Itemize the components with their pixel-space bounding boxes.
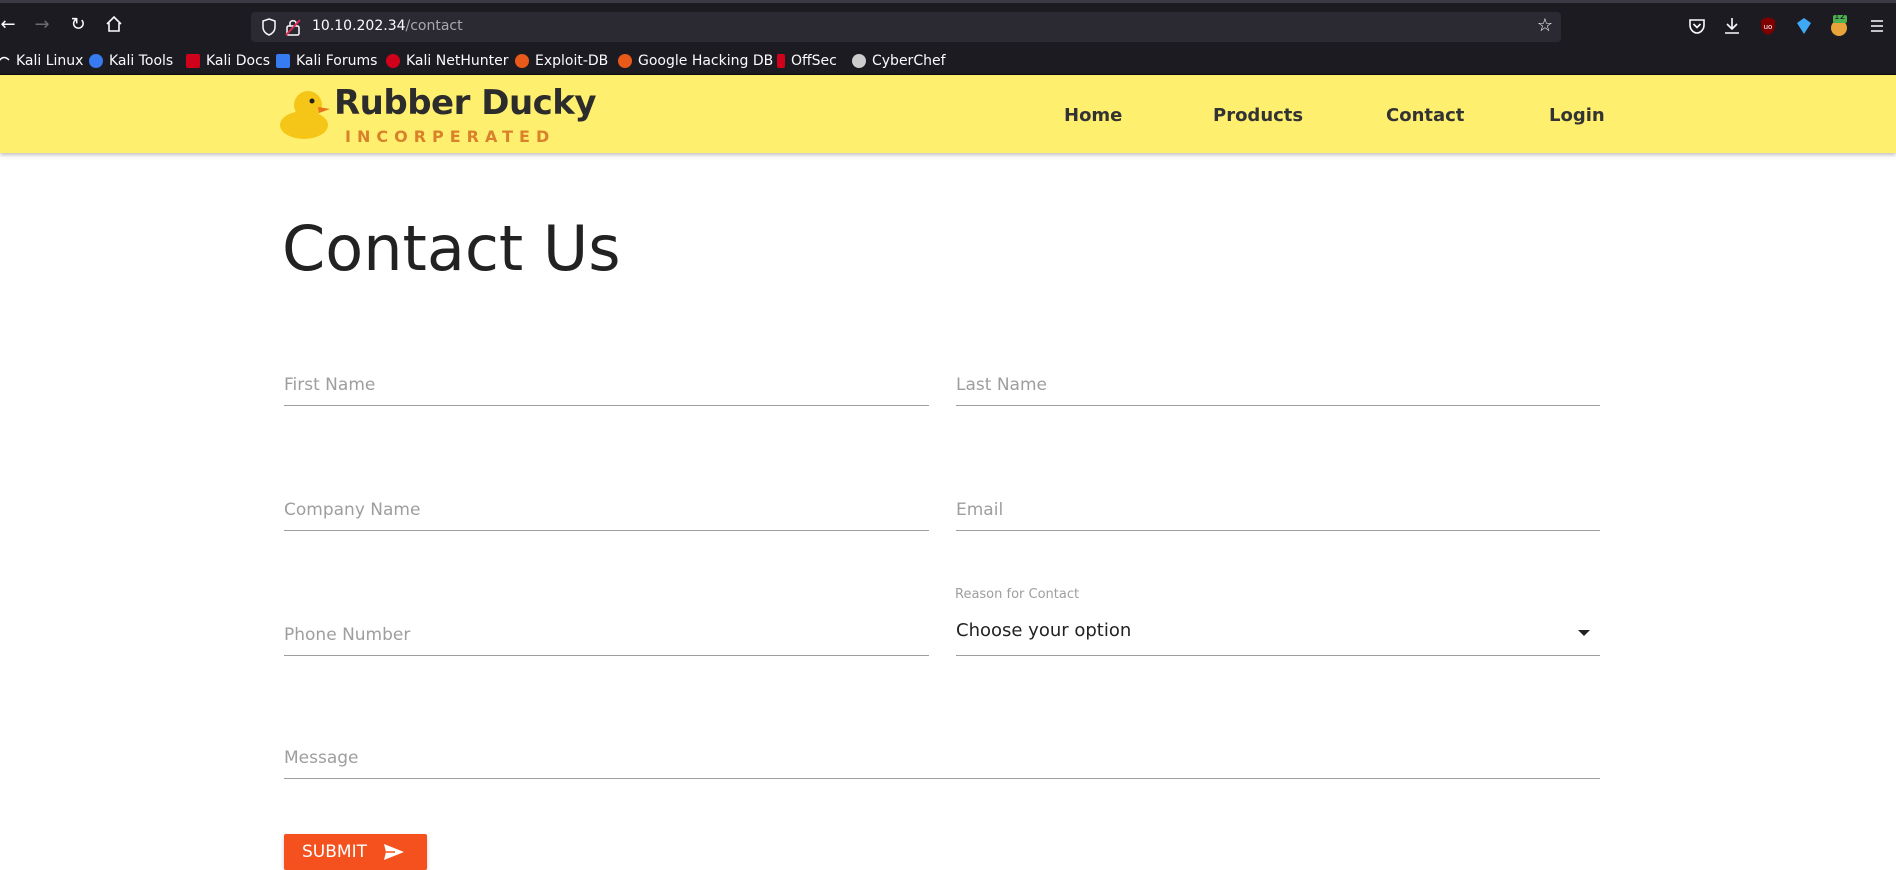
wappalyzer-icon[interactable] [1793,15,1815,37]
submit-button[interactable]: SUBMIT [284,834,427,870]
url-host: 10.10.202.34 [312,18,406,34]
bookmark-kali-forums[interactable]: Kali Forums [276,51,377,71]
site-header: Rubber Ducky INCORPERATED Home Products … [0,75,1896,153]
bookmark-offsec[interactable]: OffSec [777,51,837,71]
page-title: Contact Us [282,212,621,285]
cyberchef-icon [852,54,866,68]
reason-selected-value: Choose your option [956,620,1132,641]
send-icon [383,844,404,860]
google-hacking-db-icon [618,54,632,68]
exploit-db-icon [515,54,529,68]
nav-products[interactable]: Products [1213,105,1303,126]
company-name-input[interactable] [284,500,929,520]
pocket-icon[interactable] [1686,15,1708,37]
bookmark-label: Kali Forums [296,53,378,69]
bookmark-kali-tools[interactable]: Kali Tools [89,51,173,71]
bookmarks-toolbar: Kali Linux Kali Tools Kali Docs Kali For… [0,48,1896,75]
kali-nethunter-icon [386,54,400,68]
bookmark-kali-nethunter[interactable]: Kali NetHunter [386,51,508,71]
bookmark-label: CyberChef [872,53,946,69]
phone-number-field [284,610,929,656]
insecure-lock-icon[interactable] [285,17,301,37]
bookmark-label: Kali Tools [109,53,174,69]
message-field [284,733,1600,779]
first-name-input[interactable] [284,375,929,395]
bookmark-kali-linux[interactable]: Kali Linux [0,51,83,71]
last-name-input[interactable] [956,375,1600,395]
ublock-origin-icon[interactable]: uo [1757,15,1779,37]
url-text[interactable]: 10.10.202.34/contact [312,18,463,34]
bookmark-label: Kali NetHunter [406,53,509,69]
bookmark-cyberchef[interactable]: CyberChef [852,51,946,71]
bookmark-label: Google Hacking DB [638,53,774,69]
reload-icon[interactable]: ↻ [68,15,88,35]
extension-badge: 127 [1834,12,1852,22]
home-icon[interactable] [104,15,124,35]
bookmark-label: OffSec [791,53,837,69]
url-bar[interactable]: 10.10.202.34/contact ☆ [251,12,1561,42]
offsec-icon [777,54,785,68]
phone-number-input[interactable] [284,625,929,645]
svg-text:uo: uo [1764,23,1773,31]
email-input[interactable] [956,500,1600,520]
submit-label: SUBMIT [302,842,367,862]
first-name-field [284,360,929,406]
rubber-duck-icon [280,91,330,139]
bookmark-label: Kali Docs [206,53,271,69]
kali-forums-icon [276,54,290,68]
logo-title: Rubber Ducky [334,83,597,123]
url-path: /contact [405,18,463,34]
site-logo[interactable]: Rubber Ducky INCORPERATED [278,83,597,146]
bookmark-google-hacking-db[interactable]: Google Hacking DB [618,51,773,71]
logo-subtitle: INCORPERATED [345,127,556,146]
nav-login[interactable]: Login [1549,105,1605,126]
email-field [956,485,1600,531]
reason-for-contact-label: Reason for Contact [955,587,1080,602]
download-icon[interactable] [1721,15,1743,37]
bookmark-label: Kali Linux [16,53,84,69]
back-arrow-icon[interactable]: ← [0,15,18,35]
company-name-field [284,485,929,531]
kali-tools-icon [89,54,103,68]
bookmark-label: Exploit-DB [535,53,609,69]
last-name-field [956,360,1600,406]
browser-toolbar: ← → ↻ 10.10.202.34/contact ☆ uo 127 [0,0,1896,48]
forward-arrow-icon[interactable]: → [32,15,52,35]
nav-home[interactable]: Home [1064,105,1122,126]
shield-icon[interactable] [259,17,279,37]
caret-down-icon [1578,630,1590,636]
kali-docs-icon [186,54,200,68]
bookmark-kali-docs[interactable]: Kali Docs [186,51,270,71]
kali-dragon-icon [0,54,10,68]
hamburger-menu-icon[interactable] [1866,15,1888,37]
bookmark-exploit-db[interactable]: Exploit-DB [515,51,608,71]
nav-contact[interactable]: Contact [1386,105,1464,126]
message-input[interactable] [284,748,1600,768]
reason-for-contact-select[interactable]: Choose your option [956,610,1600,656]
bookmark-star-icon[interactable]: ☆ [1537,15,1553,36]
